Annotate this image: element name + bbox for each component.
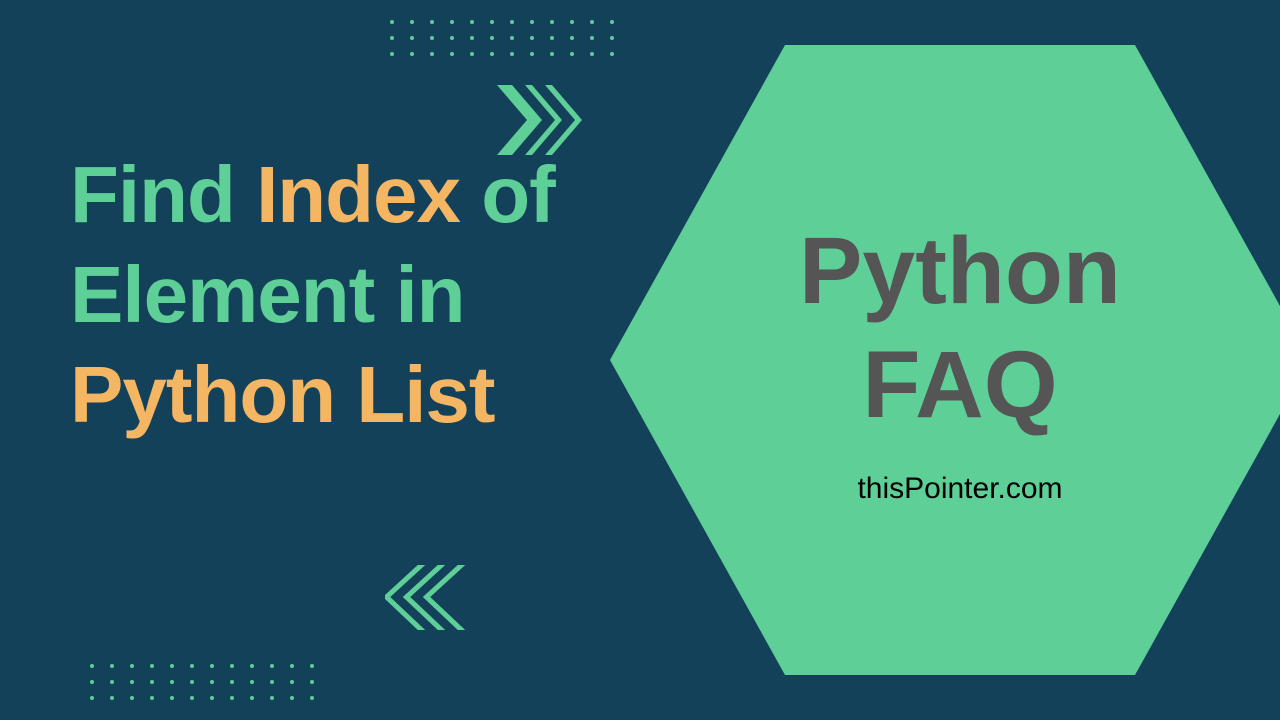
main-title: Find Index of Element in Python List [70,145,555,445]
title-segment-highlight: Index [256,150,460,239]
title-segment: of [460,150,555,239]
arrow-back-icon [385,565,485,635]
decorative-dots-top [390,20,614,56]
hex-title-line2: FAQ [799,328,1121,442]
title-line2: Element in [70,245,555,345]
arrow-forward-icon [497,85,587,155]
hexagon-subtitle: thisPointer.com [857,472,1062,506]
decorative-dots-bottom [90,664,314,700]
title-line3: Python List [70,345,555,445]
hexagon-title: Python FAQ [799,214,1121,442]
hex-title-line1: Python [799,214,1121,328]
title-segment: Find [70,150,256,239]
hexagon-panel: Python FAQ thisPointer.com [610,45,1280,675]
